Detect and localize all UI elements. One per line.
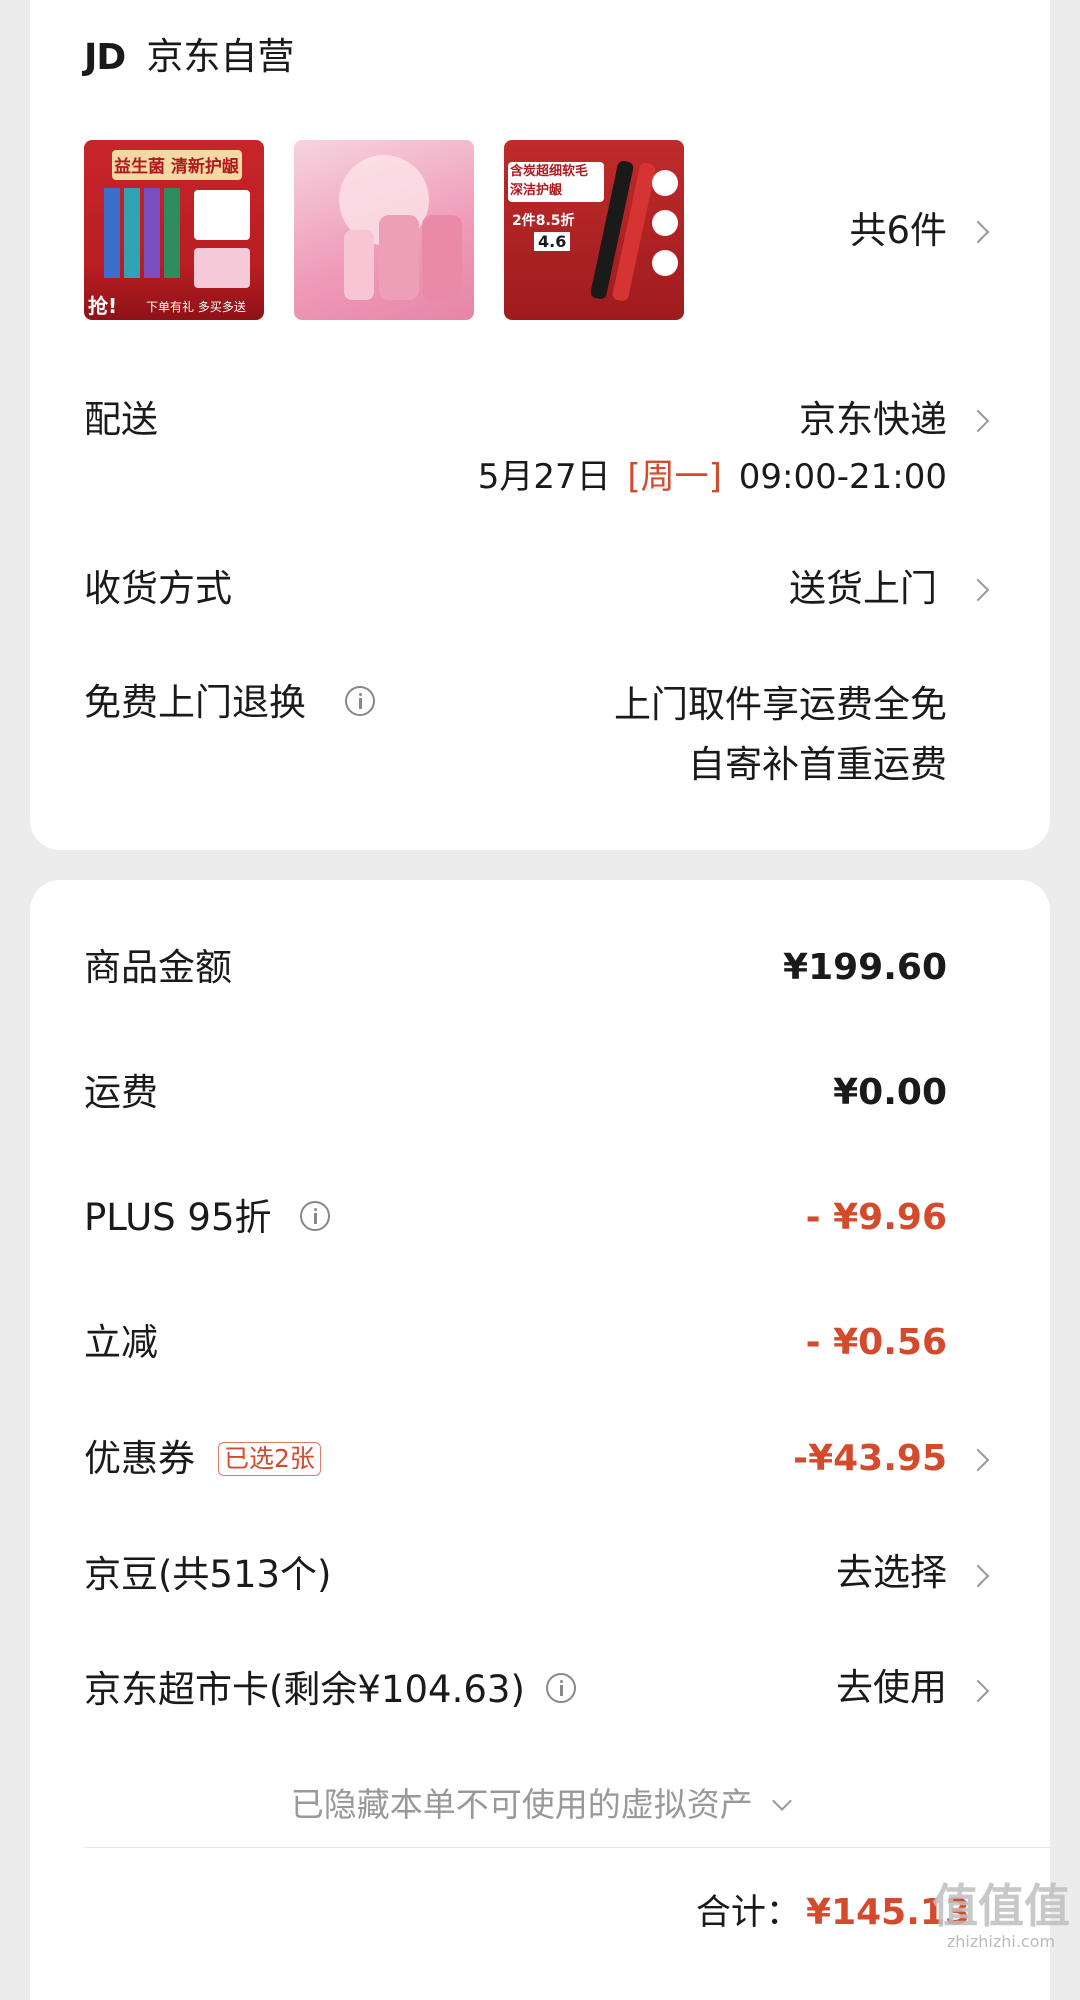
goods-amount-label: 商品金额 [84,946,232,989]
watermark-logo: 值值值 [932,1879,1070,1933]
product-thumbnail-2[interactable] [294,140,474,320]
store-name: 京东自营 [146,35,295,78]
delivery-weekday: [周一] [627,457,722,497]
thumb3-promo: 2件8.5折 [512,213,575,229]
product-thumbnail-3[interactable]: 含炭超细软毛 深洁护龈 2件8.5折 4.6 [504,140,684,320]
hidden-assets-text: 已隐藏本单不可使用的虚拟资产 [290,1785,753,1824]
coupon-value[interactable]: -¥43.95 [793,1436,947,1482]
product-count[interactable]: 共6件 [849,208,947,254]
shipping-label: 运费 [84,1071,158,1114]
product-thumbnail-1[interactable]: 益生菌 清新护龈 抢! 下单有礼 多买多送 [84,140,264,320]
coupon-label: 优惠券 [84,1437,195,1480]
instant-discount-label: 立减 [84,1321,158,1364]
thumb1-headline: 益生菌 清新护龈 [114,157,239,177]
total-row: 合计： ¥145.13 [696,1884,970,1935]
plus-discount-value: - ¥9.96 [805,1197,947,1238]
chevron-down-icon [772,1791,793,1811]
thumb3-headline: 含炭超细软毛 深洁护龈 [510,164,589,198]
hidden-assets-toggle[interactable]: 已隐藏本单不可使用的虚拟资产 [0,1778,1080,1826]
plus-discount-label: PLUS 95折 [84,1196,272,1239]
delivery-time[interactable]: 5月27日 [周一] 09:00-21:00 [478,454,947,500]
coupon-selected-badge: 已选2张 [218,1442,321,1476]
thumb3-price: 4.6 [534,232,571,251]
thumb1-tag: 抢! [88,294,118,318]
receive-method-value[interactable]: 送货上门 [789,566,937,612]
jingdou-label: 京豆(共513个) [84,1553,332,1596]
delivery-date: 5月27日 [477,457,611,497]
info-icon[interactable] [345,686,375,716]
delivery-time-range: 09:00-21:00 [738,457,947,497]
free-return-line2: 自寄补首重运费 [688,743,947,786]
receive-method-label: 收货方式 [84,567,232,610]
delivery-label: 配送 [84,398,158,441]
free-return-label: 免费上门退换 [84,681,306,724]
jingdou-value[interactable]: 去选择 [836,1550,947,1596]
divider [84,1847,1050,1848]
total-label: 合计： [695,1893,801,1933]
info-icon[interactable] [546,1673,576,1703]
supermarket-card-value[interactable]: 去使用 [836,1665,947,1711]
free-return-line1: 上门取件享运费全免 [614,683,947,726]
instant-discount-value: - ¥0.56 [805,1322,947,1363]
shipping-value: ¥0.00 [833,1072,947,1113]
info-icon[interactable] [300,1201,330,1231]
jd-logo: JD [84,37,126,78]
thumb1-footer: 下单有礼 多买多送 [146,300,246,314]
watermark: 值值值 zhizhizhi.com [932,1880,1070,1951]
goods-amount-value: ¥199.60 [783,947,947,988]
store-header: JD 京东自营 [84,26,295,78]
supermarket-card-label: 京东超市卡(剩余¥104.63) [84,1668,525,1711]
watermark-url: zhizhizhi.com [946,1932,1056,1951]
delivery-carrier[interactable]: 京东快递 [799,397,947,443]
